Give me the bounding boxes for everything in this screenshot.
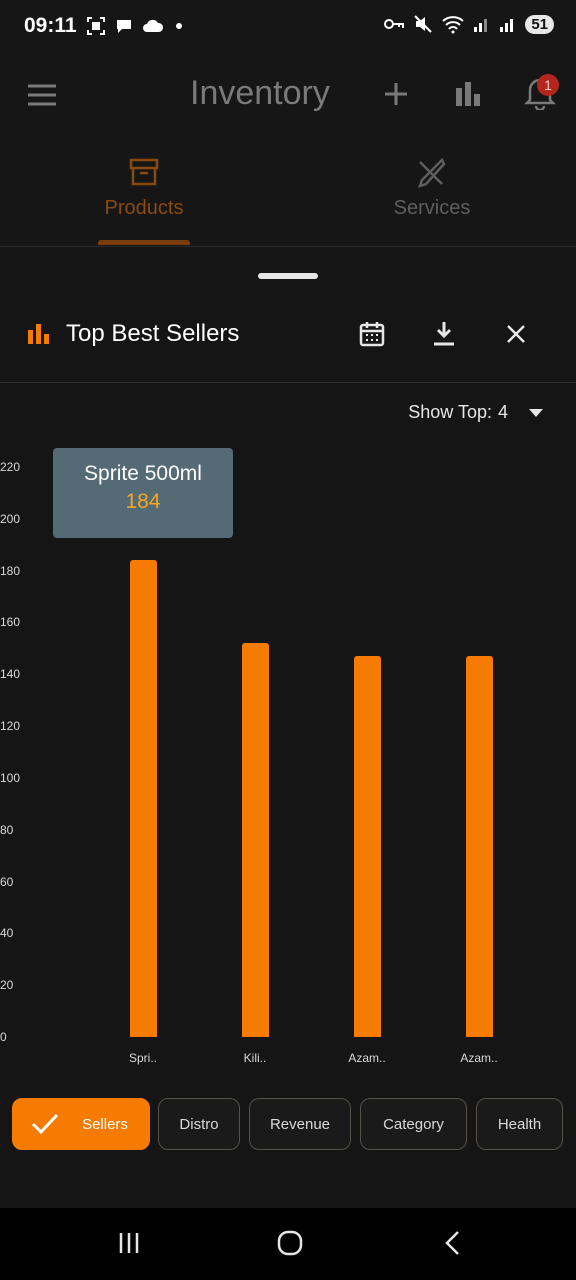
y-tick-label: 40 <box>0 926 14 941</box>
chart-bar[interactable] <box>353 656 381 1037</box>
y-tick-label: 80 <box>0 822 14 837</box>
tools-icon <box>418 157 446 188</box>
y-tick-label: 140 <box>0 667 21 682</box>
app-bar: Inventory <box>0 54 576 134</box>
dropdown-arrow-icon <box>529 408 543 417</box>
calendar-icon[interactable] <box>358 320 386 348</box>
close-icon[interactable] <box>504 322 528 346</box>
mute-icon <box>414 15 433 33</box>
status-time: 09:11 <box>24 14 77 37</box>
y-tick-label: 220 <box>0 460 21 474</box>
tab-services-label: Services <box>393 197 471 219</box>
chart-bar[interactable] <box>129 560 157 1037</box>
y-tick-label: 200 <box>0 511 21 526</box>
tooltip-value: 184 <box>125 490 161 513</box>
chip-label: Sellers <box>82 1115 128 1133</box>
chip-label: Health <box>497 1115 542 1133</box>
y-tick-label: 100 <box>0 770 21 785</box>
key-icon <box>384 19 405 29</box>
system-nav-bar <box>0 1208 576 1280</box>
chat-icon <box>117 20 131 33</box>
tooltip-label: Sprite 500ml <box>84 462 202 485</box>
y-tick-label: 180 <box>0 563 21 578</box>
x-tick-label: Azam.. <box>460 1051 498 1065</box>
show-top-select[interactable]: Show Top: 4 <box>408 402 544 423</box>
sheet-title: Top Best Sellers <box>66 320 240 347</box>
show-top-label: Show Top: <box>408 402 492 422</box>
add-icon[interactable] <box>383 81 409 107</box>
signal-icon-2 <box>500 19 514 32</box>
chart-bar[interactable] <box>465 656 493 1037</box>
chip-health[interactable]: Health <box>476 1098 563 1150</box>
status-bar: 09:11 51 <box>0 0 576 54</box>
dot-icon <box>176 23 182 29</box>
chip-distro[interactable]: Distro <box>158 1098 240 1150</box>
download-icon[interactable] <box>431 320 457 348</box>
bar-chart-icon <box>28 324 49 344</box>
show-top-value: 4 <box>497 402 508 422</box>
x-tick-label: Kili.. <box>243 1051 267 1065</box>
bar-chart-icon[interactable] <box>455 80 481 106</box>
y-tick-label: 160 <box>0 615 21 630</box>
chip-label: Revenue <box>269 1115 331 1133</box>
tab-products-label: Products <box>104 197 184 219</box>
tab-services[interactable]: Services <box>288 150 576 246</box>
top-tabs: Products Services <box>0 150 576 247</box>
x-tick-label: Spri.. <box>128 1051 157 1065</box>
y-tick-label: 20 <box>0 978 14 993</box>
chip-sellers[interactable]: Sellers <box>12 1098 150 1150</box>
battery-indicator: 51 <box>525 14 554 34</box>
chip-category[interactable]: Category <box>360 1098 467 1150</box>
signal-icon <box>474 19 488 32</box>
drag-handle[interactable] <box>258 273 318 279</box>
tab-products[interactable]: Products <box>0 150 288 246</box>
wifi-icon <box>442 16 464 34</box>
home-icon[interactable] <box>277 1230 303 1256</box>
archive-icon <box>129 158 159 186</box>
back-icon[interactable] <box>443 1230 461 1256</box>
menu-icon[interactable] <box>28 84 56 106</box>
y-tick-label: 120 <box>0 719 21 734</box>
tab-indicator <box>98 240 190 245</box>
x-tick-label: Azam.. <box>348 1051 386 1065</box>
y-tick-label: 0 <box>0 1030 7 1044</box>
chip-label: Category <box>383 1115 444 1133</box>
y-tick-label: 60 <box>0 874 14 889</box>
chart-tooltip: Sprite 500ml 184 <box>53 448 233 538</box>
chip-revenue[interactable]: Revenue <box>249 1098 351 1150</box>
check-icon <box>31 1113 59 1135</box>
page-title: Inventory <box>190 74 330 112</box>
recents-icon[interactable] <box>118 1232 140 1254</box>
chart-bar[interactable] <box>241 643 269 1037</box>
notification-badge: 1 <box>537 74 559 96</box>
chip-label: Distro <box>179 1115 219 1133</box>
screenshot-icon <box>87 17 105 35</box>
cloud-icon <box>143 19 164 32</box>
sheet-header: Top Best Sellers <box>0 300 576 383</box>
